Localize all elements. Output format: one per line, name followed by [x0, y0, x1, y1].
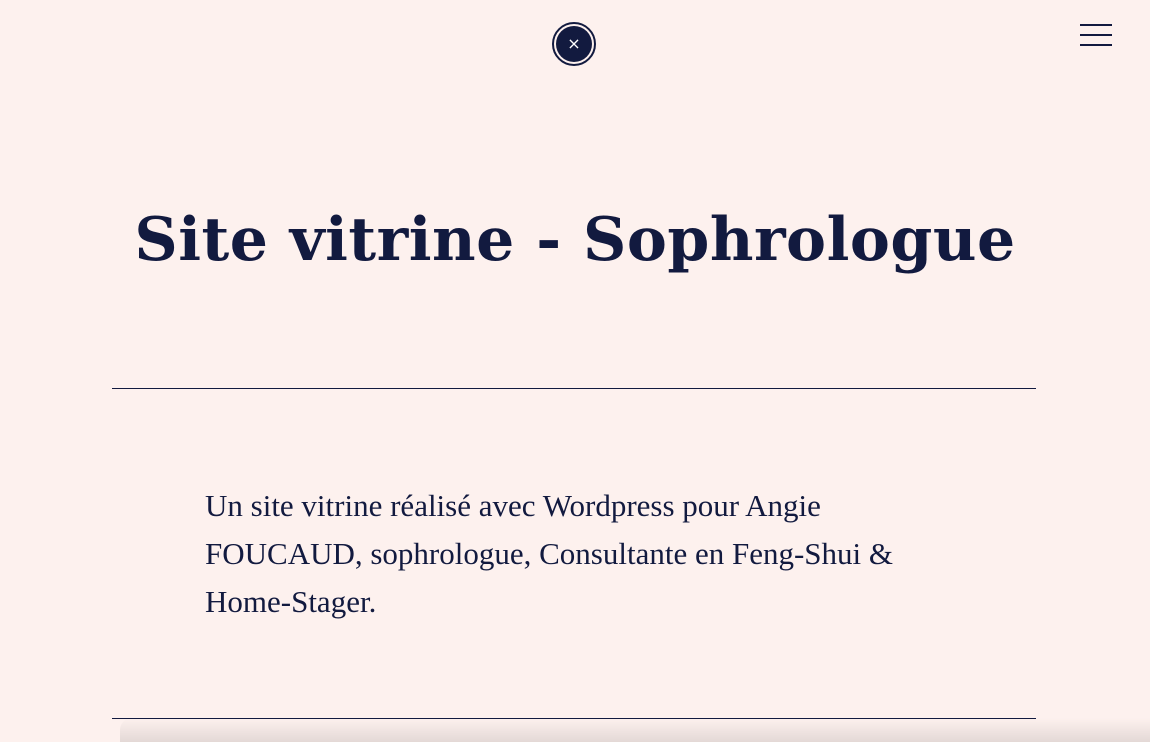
menu-line — [1080, 34, 1112, 36]
divider — [112, 388, 1036, 389]
menu-line — [1080, 44, 1112, 46]
project-description: Un site vitrine réalisé avec Wordpress p… — [205, 488, 894, 619]
menu-line — [1080, 24, 1112, 26]
close-icon: × — [556, 26, 592, 62]
panel-shadow — [120, 718, 1150, 742]
page-title: Site vitrine - Sophrologue — [134, 205, 1016, 275]
close-button[interactable]: × — [552, 22, 596, 66]
hamburger-menu-button[interactable] — [1080, 24, 1112, 47]
